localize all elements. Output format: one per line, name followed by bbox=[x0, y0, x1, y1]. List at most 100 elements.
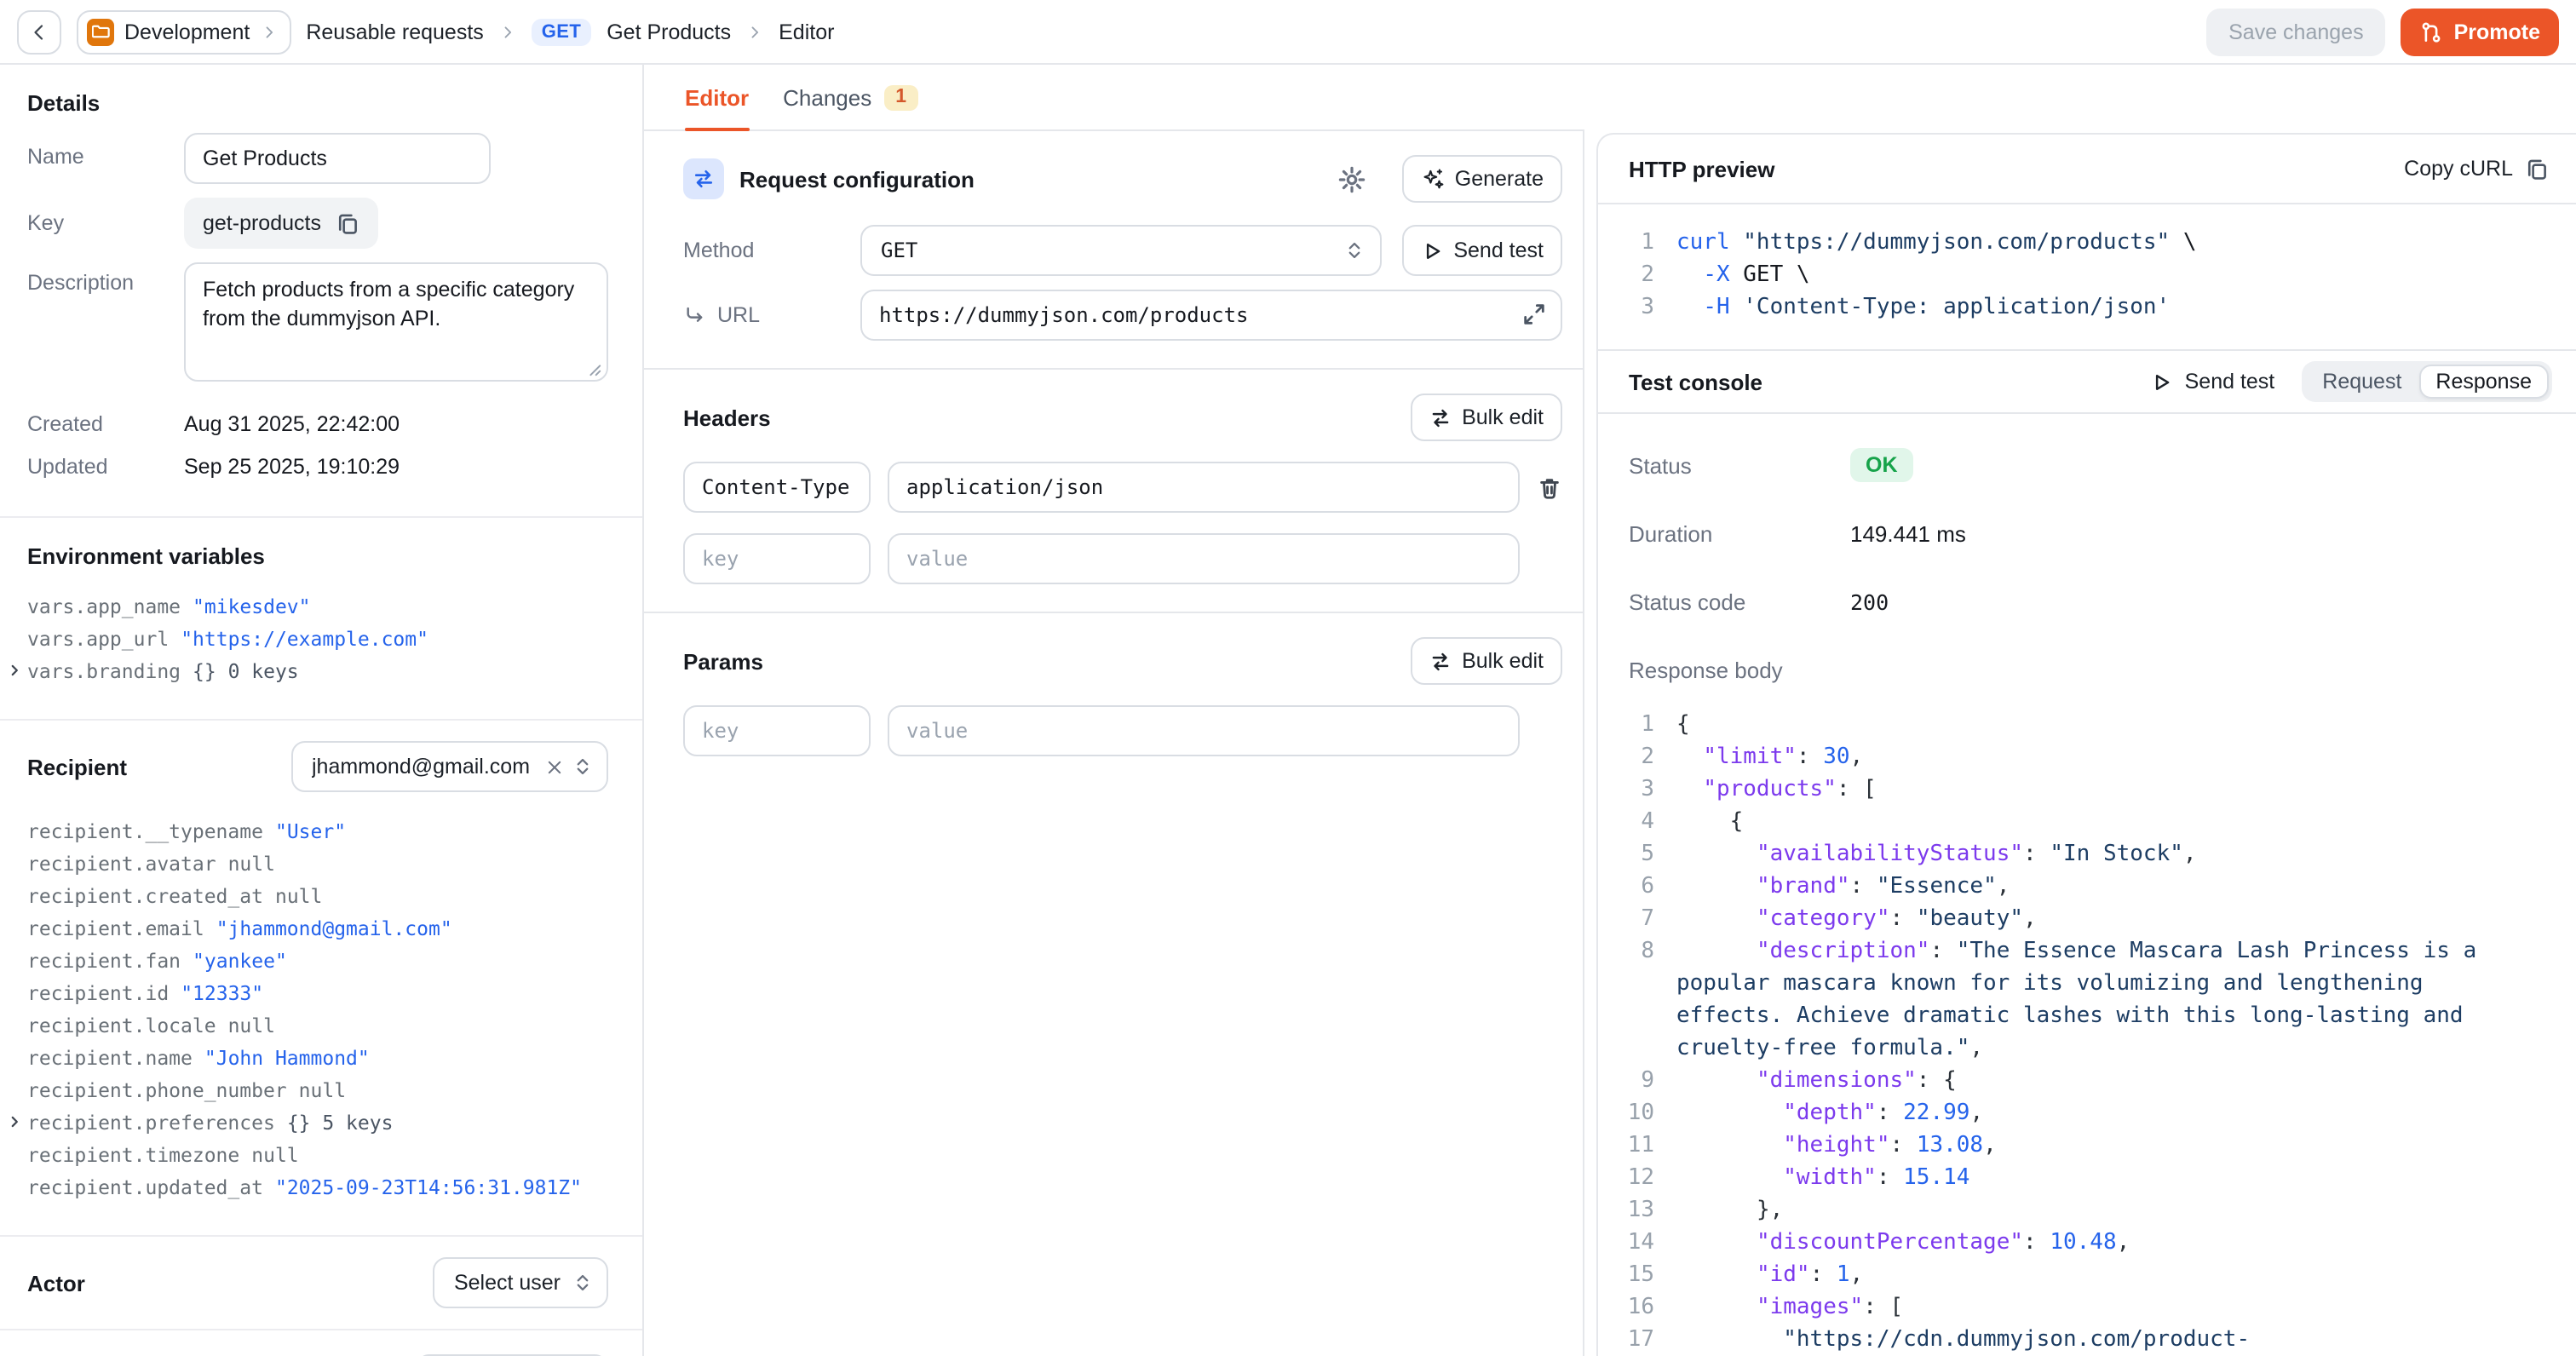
field-key: vars.app_name bbox=[27, 591, 181, 623]
url-input[interactable] bbox=[860, 290, 1562, 341]
actor-section: Actor Select user bbox=[0, 1237, 642, 1330]
promote-pr-icon bbox=[2420, 20, 2444, 43]
name-input[interactable] bbox=[184, 133, 491, 184]
status-code-value: 200 bbox=[1850, 589, 1889, 614]
copy-key-icon[interactable] bbox=[336, 211, 360, 235]
delete-header-icon[interactable] bbox=[1537, 474, 1562, 500]
breadcrumb-section[interactable]: Reusable requests bbox=[306, 20, 483, 43]
status-code-label: Status code bbox=[1629, 589, 1850, 614]
project-switcher[interactable]: Development bbox=[77, 9, 290, 54]
params-bulk-edit-button[interactable]: Bulk edit bbox=[1411, 637, 1562, 685]
breadcrumb-page: Editor bbox=[779, 20, 834, 43]
corner-down-right-icon bbox=[683, 304, 705, 326]
key-pill: get-products bbox=[184, 198, 379, 249]
description-textarea[interactable]: Fetch products from a specific category … bbox=[184, 262, 608, 382]
headers-bulk-edit-button[interactable]: Bulk edit bbox=[1411, 394, 1562, 441]
updated-label: Updated bbox=[27, 455, 184, 479]
recipient-field-row: recipient.updated_at"2025-09-23T14:56:31… bbox=[27, 1172, 608, 1204]
send-test-button[interactable]: Send test bbox=[1402, 225, 1562, 276]
method-select[interactable]: GET bbox=[860, 225, 1382, 276]
recipient-fields-list: recipient.__typename"User"recipient.avat… bbox=[27, 816, 608, 1204]
code-line: 1{ bbox=[1598, 709, 2576, 741]
code-line: 8 "description": "The Essence Mascara La… bbox=[1598, 935, 2576, 1065]
updated-value: Sep 25 2025, 19:10:29 bbox=[184, 455, 400, 479]
param-value-input[interactable] bbox=[888, 705, 1520, 756]
header-value-input[interactable] bbox=[888, 462, 1520, 513]
line-number: 6 bbox=[1598, 870, 1676, 903]
field-value: null bbox=[299, 1075, 346, 1107]
header-value-input[interactable] bbox=[888, 533, 1520, 584]
tab-changes[interactable]: Changes 1 bbox=[783, 65, 918, 129]
recipient-section: Recipient jhammond@gmail.com recipient._… bbox=[0, 721, 642, 1237]
line-number: 12 bbox=[1598, 1162, 1676, 1194]
field-key: recipient.created_at bbox=[27, 881, 263, 913]
recipient-field-row: recipient.phone_numbernull bbox=[27, 1075, 608, 1107]
http-preview-title: HTTP preview bbox=[1629, 156, 1774, 181]
recipient-field-row: recipient.created_atnull bbox=[27, 881, 608, 913]
preview-card: HTTP preview Copy cURL 1curl "https://du… bbox=[1596, 133, 2576, 1356]
line-number: 2 bbox=[1598, 741, 1676, 773]
console-send-test-button[interactable]: Send test bbox=[2151, 370, 2275, 394]
resize-handle-icon[interactable] bbox=[586, 361, 601, 376]
test-console-body: Status OK Duration 149.441 ms Status cod… bbox=[1598, 414, 2576, 1356]
header-key-input[interactable] bbox=[683, 533, 871, 584]
toggle-response[interactable]: Response bbox=[2418, 365, 2549, 399]
chevrons-up-down-icon bbox=[1344, 240, 1365, 261]
save-changes-button[interactable]: Save changes bbox=[2206, 8, 2385, 55]
chevron-right-icon bbox=[746, 23, 763, 40]
field-value: null bbox=[228, 848, 275, 881]
request-configuration-title: Request configuration bbox=[739, 166, 1322, 192]
code-line: 9 "dimensions": { bbox=[1598, 1065, 2576, 1097]
recipient-field-row: recipient.avatar null bbox=[27, 848, 608, 881]
field-value: {} 0 keys bbox=[193, 656, 299, 688]
editor-tabs: Editor Changes 1 bbox=[644, 65, 1584, 131]
expand-chevron-icon[interactable] bbox=[7, 1113, 22, 1129]
back-button[interactable] bbox=[17, 9, 61, 54]
environment-variables-section: Environment variables vars.app_name"mike… bbox=[0, 518, 642, 721]
line-number: 1 bbox=[1598, 709, 1676, 741]
clear-recipient-icon[interactable] bbox=[545, 757, 564, 776]
recipient-field-row: recipient.id"12333" bbox=[27, 978, 608, 1010]
duration-label: Duration bbox=[1629, 520, 1850, 546]
headers-section: Headers Bulk edit bbox=[644, 368, 1583, 612]
recipient-field-row: recipient.preferences{} 5 keys bbox=[27, 1107, 608, 1140]
toggle-request[interactable]: Request bbox=[2305, 365, 2418, 399]
recipient-field-row: recipient.localenull bbox=[27, 1010, 608, 1043]
line-number: 9 bbox=[1598, 1065, 1676, 1097]
gear-icon[interactable] bbox=[1337, 164, 1366, 193]
line-number: 8 bbox=[1598, 935, 1676, 1065]
param-key-input[interactable] bbox=[683, 705, 871, 756]
field-key: recipient.avatar bbox=[27, 848, 216, 881]
preview-column: HTTP preview Copy cURL 1curl "https://du… bbox=[1596, 65, 2576, 1356]
field-key: recipient.timezone bbox=[27, 1140, 239, 1172]
tab-editor[interactable]: Editor bbox=[685, 65, 749, 129]
generate-button[interactable]: Generate bbox=[1402, 155, 1562, 203]
code-line: 6 "brand": "Essence", bbox=[1598, 870, 2576, 903]
environment-variables-title: Environment variables bbox=[27, 543, 608, 569]
http-preview-header: HTTP preview Copy cURL bbox=[1598, 135, 2576, 204]
header-key-input[interactable] bbox=[683, 462, 871, 513]
copy-curl-button[interactable]: Copy cURL bbox=[2404, 157, 2549, 181]
recipient-field-row: recipient.name "John Hammond" bbox=[27, 1043, 608, 1075]
field-value: {} 5 keys bbox=[287, 1107, 394, 1140]
params-section: Params Bulk edit bbox=[644, 612, 1583, 784]
env-var-row: vars.app_name"mikesdev" bbox=[27, 591, 608, 623]
code-line: 5 "availabilityStatus": "In Stock", bbox=[1598, 838, 2576, 870]
field-value: "John Hammond" bbox=[204, 1043, 370, 1075]
line-number: 5 bbox=[1598, 838, 1676, 870]
line-number: 14 bbox=[1598, 1227, 1676, 1259]
changes-count-badge: 1 bbox=[883, 84, 918, 110]
line-number: 4 bbox=[1598, 806, 1676, 838]
code-line: 4 { bbox=[1598, 806, 2576, 838]
actor-select[interactable]: Select user bbox=[434, 1257, 608, 1308]
details-title: Details bbox=[27, 90, 608, 116]
expand-fullscreen-icon[interactable] bbox=[1521, 302, 1547, 327]
copy-icon bbox=[2525, 157, 2549, 181]
expand-chevron-icon[interactable] bbox=[7, 662, 22, 677]
code-line: 13 }, bbox=[1598, 1194, 2576, 1227]
promote-button[interactable]: Promote bbox=[2401, 8, 2559, 55]
breadcrumb-request[interactable]: Get Products bbox=[607, 20, 731, 43]
recipient-field-row: recipient.timezonenull bbox=[27, 1140, 608, 1172]
recipient-select[interactable]: jhammond@gmail.com bbox=[291, 741, 608, 792]
field-key: recipient.name bbox=[27, 1043, 193, 1075]
